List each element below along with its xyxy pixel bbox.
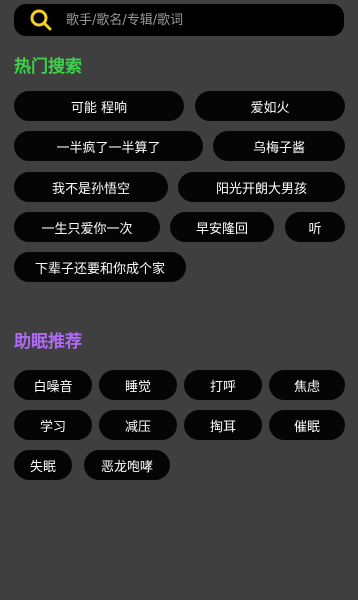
hot-search-chip[interactable]: 阳光开朗大男孩 bbox=[178, 172, 345, 202]
sleep-chip[interactable]: 白噪音 bbox=[14, 370, 92, 400]
hot-search-chip[interactable]: 爱如火 bbox=[195, 91, 345, 121]
hot-search-chip[interactable]: 我不是孙悟空 bbox=[14, 172, 168, 202]
hot-search-chip[interactable]: 可能 程响 bbox=[14, 91, 184, 121]
search-input[interactable] bbox=[64, 11, 328, 29]
sleep-chip[interactable]: 减压 bbox=[99, 410, 177, 440]
search-icon[interactable] bbox=[26, 5, 56, 35]
hot-search-chip[interactable]: 乌梅子酱 bbox=[213, 131, 345, 161]
hot-search-chip[interactable]: 早安隆回 bbox=[170, 212, 274, 242]
sleep-chip[interactable]: 睡觉 bbox=[99, 370, 177, 400]
sleep-recommend-title: 助眠推荐 bbox=[14, 332, 82, 352]
sleep-chip[interactable]: 催眠 bbox=[269, 410, 345, 440]
sleep-chip[interactable]: 失眠 bbox=[14, 450, 72, 480]
sleep-chip[interactable]: 焦虑 bbox=[269, 370, 345, 400]
sleep-chip[interactable]: 学习 bbox=[14, 410, 92, 440]
hot-search-chip[interactable]: 一生只爱你一次 bbox=[14, 212, 160, 242]
hot-search-title: 热门搜索 bbox=[14, 57, 82, 77]
hot-search-chip[interactable]: 听 bbox=[285, 212, 345, 242]
sleep-chip[interactable]: 掏耳 bbox=[184, 410, 262, 440]
hot-search-chip[interactable]: 下辈子还要和你成个家 bbox=[14, 252, 186, 282]
sleep-chip[interactable]: 恶龙咆哮 bbox=[84, 450, 170, 480]
sleep-chip[interactable]: 打呼 bbox=[184, 370, 262, 400]
search-bar[interactable] bbox=[14, 4, 344, 36]
hot-search-chip[interactable]: 一半疯了一半算了 bbox=[14, 131, 203, 161]
